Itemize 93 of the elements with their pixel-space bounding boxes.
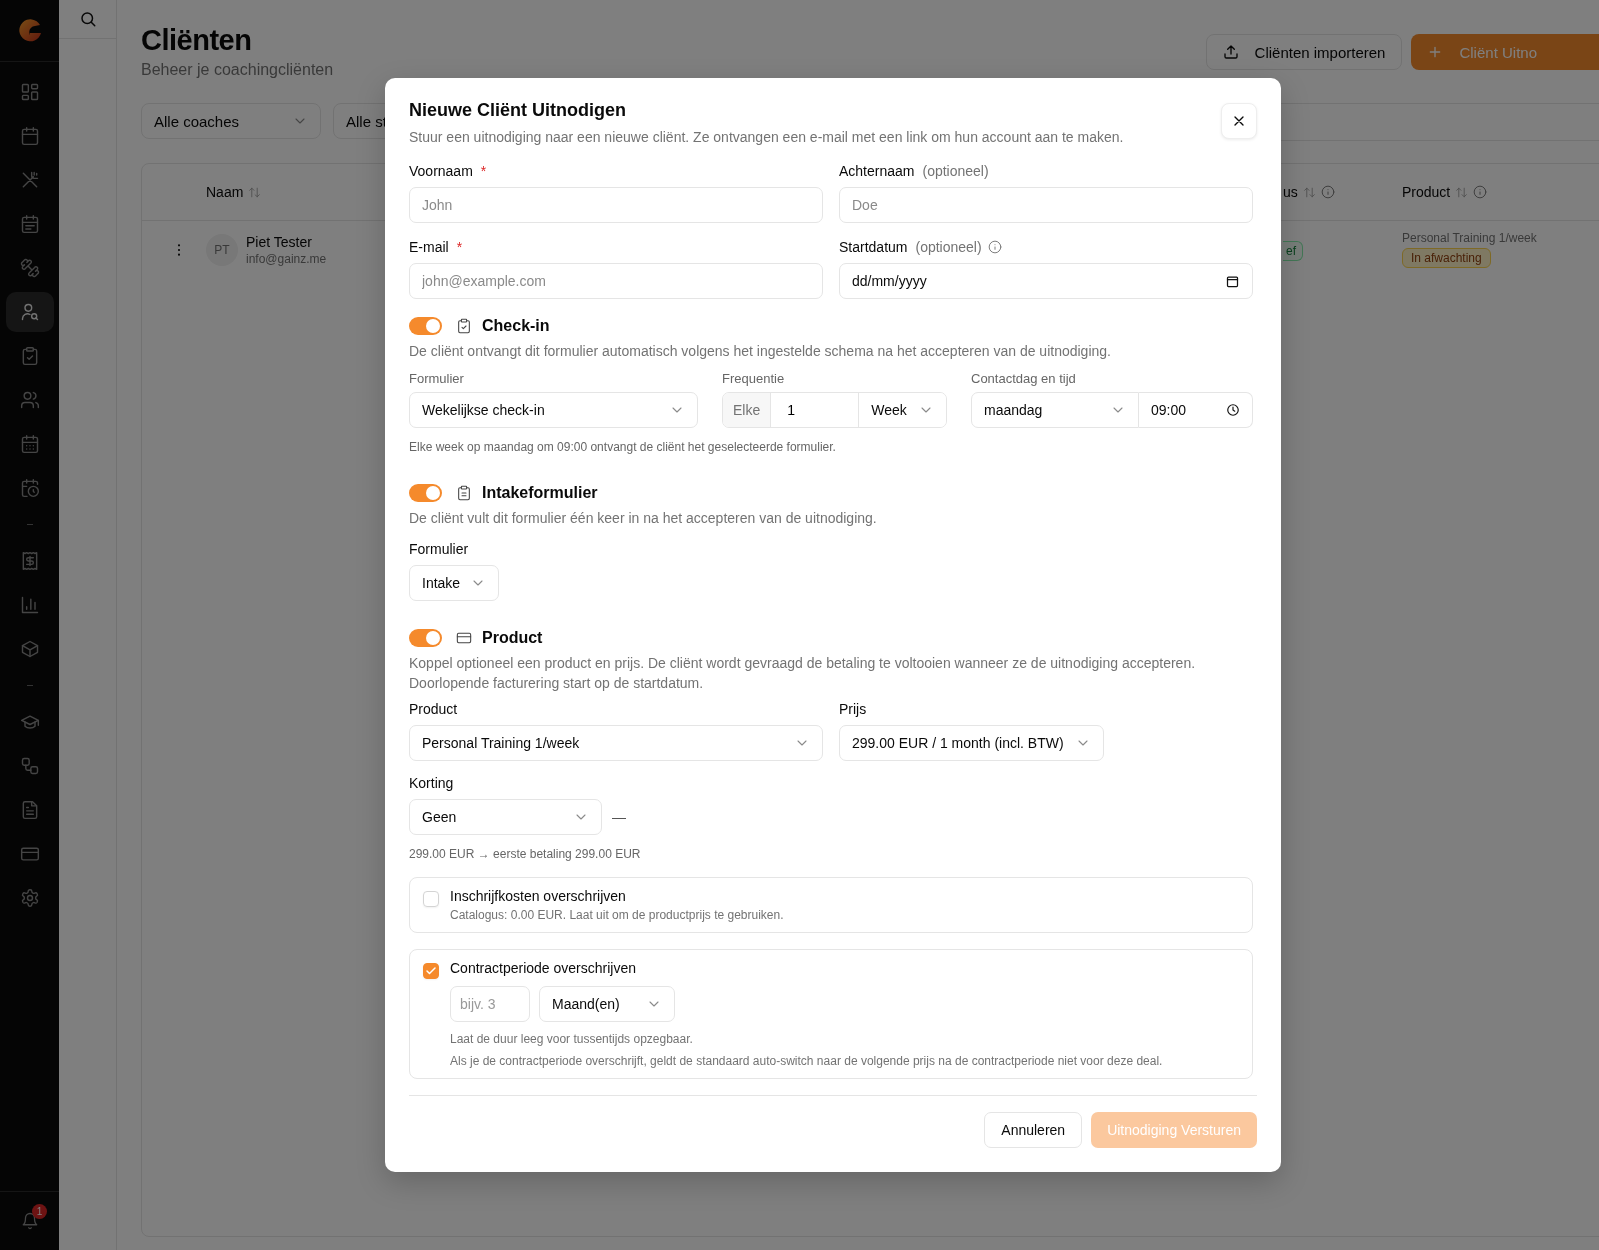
field-label: Frequentie (722, 371, 786, 387)
form-dropdown[interactable]: Wekelijkse check-in (409, 392, 698, 429)
text-field[interactable]: Doe (839, 187, 1253, 223)
user-search-icon (19, 302, 40, 322)
sort-icon (1302, 185, 1316, 199)
checkbox[interactable] (423, 963, 439, 980)
status-tag: In afwachting (1402, 248, 1491, 268)
status-tag: ef (1283, 240, 1303, 261)
optional-note: (optioneel) (915, 239, 982, 255)
section-title: Product (482, 628, 543, 647)
field-label: Achternaam (839, 163, 915, 179)
checkbox[interactable] (423, 891, 439, 908)
workflow-icon (19, 756, 40, 776)
toggle-switch[interactable] (409, 317, 442, 335)
dialog-title: Nieuwe Cliënt Uitnodigen (409, 100, 627, 121)
sort-icon (248, 185, 262, 199)
clipboard-icon (456, 485, 472, 502)
field-label: Korting (409, 775, 455, 792)
day-dropdown[interactable]: maandag (971, 392, 1139, 429)
required-mark: * (480, 163, 487, 179)
credit-card-icon (19, 844, 40, 864)
product-name: Personal Training 1/week (1402, 231, 1538, 245)
calendar-icon (19, 126, 40, 146)
close-button[interactable] (1221, 103, 1257, 139)
calendar-icon (1225, 273, 1240, 289)
field-label: Formulier (409, 540, 470, 557)
column-header[interactable]: Product (1402, 184, 1488, 200)
checkbox-label: Inschrijfkosten overschrijven (450, 888, 627, 905)
field-label: Formulier (409, 371, 465, 387)
package-icon (19, 639, 40, 659)
duration-field[interactable]: bijv. 3 (450, 986, 530, 1023)
section-description: De cliënt vult dit formulier één keer in na het accepteren van de uitnodiging. (409, 509, 878, 529)
import-button[interactable]: Cliënten importeren (1205, 34, 1403, 70)
dumbbell-icon (19, 258, 40, 278)
field-label: E-mail (409, 239, 449, 255)
discount-value: — (612, 809, 626, 826)
toggle-switch[interactable] (409, 628, 442, 647)
dialog-description: Stuur een uitnodiging naar een nieuwe cliënt. Ze ontvangen een e-mail met een link om hun account aan te maken. (409, 129, 1125, 145)
calendar-icon (19, 214, 40, 234)
dashboard-icon (19, 82, 40, 102)
period-dropdown[interactable]: Maand(en) (539, 986, 675, 1023)
text-field[interactable]: john@example.com (409, 263, 823, 299)
filter-dropdown[interactable]: Alle coaches (141, 103, 321, 139)
bar-chart-icon (19, 595, 40, 615)
section-title: Check-in (482, 317, 550, 335)
column-header[interactable]: us (1283, 184, 1335, 200)
field-label: Startdatum (839, 239, 908, 255)
users-icon (19, 390, 40, 410)
frequency-field[interactable]: Elke 1 Week (722, 392, 947, 429)
info-icon (1473, 185, 1488, 199)
text-field[interactable]: John (409, 187, 823, 223)
field-label: Product (409, 701, 459, 718)
product-dropdown[interactable]: Personal Training 1/week (409, 725, 823, 762)
upload-icon (1222, 44, 1239, 60)
client-email: info@gainz.me (246, 251, 327, 266)
search-icon[interactable] (78, 10, 97, 28)
section-title: Intakeformulier (482, 484, 598, 503)
avatar: PT (206, 233, 238, 266)
field-label: Prijs (839, 701, 868, 718)
sort-icon (1455, 185, 1469, 199)
required-mark: * (456, 239, 463, 255)
checkbox-label: Contractperiode overschrijven (450, 960, 637, 977)
page-title: Cliënten (141, 24, 253, 57)
client-name: Piet Tester (246, 233, 313, 250)
form-dropdown[interactable]: Intake (409, 564, 500, 601)
price-dropdown[interactable]: 299.00 EUR / 1 month (incl. BTW) (839, 725, 1104, 762)
calendar-icon (19, 434, 40, 454)
info-icon (1320, 185, 1335, 199)
sidebar-item[interactable] (5, 292, 54, 332)
column-header[interactable]: Naam (206, 184, 262, 200)
toggle-switch[interactable] (409, 484, 442, 503)
calendar-clock-icon (19, 478, 40, 498)
settings-icon (19, 888, 40, 908)
override-note: Als je de contractperiode overschrijft, geldt de standaard auto-switch naar de volgende prijs na de contractperiode niet voor deze deal. (450, 1054, 1163, 1069)
optional-note: (optioneel) (922, 163, 989, 179)
section-description: Koppel optioneel een product en prijs. De cliënt wordt gevraagd de betaling te voltooien wanneer ze de uitnodiging accepteren. Doorlopende facturering start op de startdatum. (409, 653, 1197, 693)
date-field[interactable]: dd/mm/yyyy (839, 263, 1253, 299)
section-description: De cliënt ontvangt dit formulier automatisch volgens het ingestelde schema na het accepteren van de uitnodiging. (409, 342, 1112, 361)
bell-icon (20, 1212, 39, 1230)
override-note: Laat de duur leeg voor tussentijds opzegbaar. (450, 1032, 694, 1047)
frequency-prefix: Elke (723, 393, 772, 428)
notification-badge: 1 (32, 1204, 47, 1219)
clock-icon (1226, 403, 1240, 418)
cancel-button[interactable]: Annuleren (984, 1112, 1083, 1149)
page-subtitle: Beheer je coachingcliënten (141, 61, 334, 79)
field-label: Voornaam (409, 163, 473, 179)
clipboard-check-icon (456, 318, 472, 334)
override-description: Catalogus: 0.00 EUR. Laat uit om de productprijs te gebruiken. (450, 908, 784, 923)
schedule-hint: Elke week op maandag om 09:00 ontvangt de cliënt het geselecteerde formulier. (409, 440, 837, 455)
field-label: Contactdag en tijd (971, 371, 1077, 387)
time-field[interactable]: 09:00 (1139, 392, 1253, 429)
price-summary: 299.00 EUR → eerste betaling 299.00 EUR (409, 847, 642, 862)
discount-dropdown[interactable]: Geen (409, 799, 602, 836)
